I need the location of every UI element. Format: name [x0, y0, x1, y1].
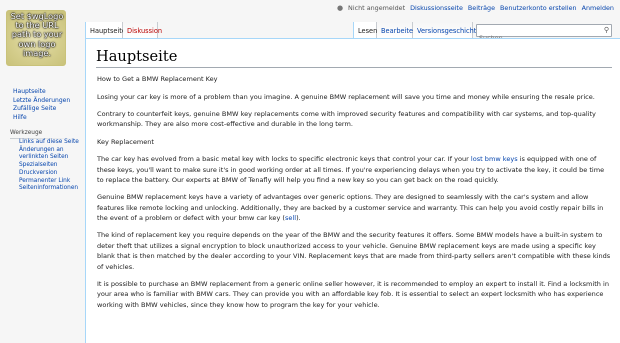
sidebar-item-what-links-here[interactable]: Links auf diese Seite [19, 139, 83, 147]
logo-text: Set $wgLogo to the URL path to your own … [10, 11, 64, 58]
login-link[interactable]: Anmelden [582, 4, 614, 12]
paragraph-intro: Losing your car key is more of a problem… [97, 92, 595, 101]
tab-read[interactable]: Lesen [353, 22, 377, 39]
paragraph-advantages-text-a: Genuine BMW replacement keys have a vari… [97, 193, 604, 223]
article-body: How to Get a BMW Replacement Key Losing … [97, 74, 612, 317]
sell-link[interactable]: sell [285, 214, 296, 222]
tab-history[interactable]: Versionsgeschichte [413, 22, 480, 39]
page-title: Hauptseite [96, 48, 178, 65]
not-logged-in-status: Nicht angemeldet [348, 4, 406, 12]
sidebar-item-random-page[interactable]: Zufällige Seite [13, 105, 70, 114]
paragraph-purchase: It is possible to purchase an BMW replac… [97, 279, 609, 309]
sidebar-item-permanent-link[interactable]: Permanenter Link [19, 178, 83, 186]
personal-tools: ● Nicht angemeldet Diskussionsseite Beit… [337, 4, 614, 12]
paragraph-evolution: The car key has evolved from a basic met… [97, 154, 612, 185]
talk-page-link[interactable]: Diskussionsseite [410, 4, 463, 12]
search-box: ⚲ [476, 24, 612, 44]
sidebar-item-special-pages[interactable]: Spezialseiten [19, 162, 83, 170]
tab-discussion[interactable]: Diskussion [123, 22, 162, 39]
sidebar-tools-heading: Werkzeuge [10, 130, 43, 136]
paragraph-counterfeit: Contrary to counterfeit keys, genuine BM… [97, 109, 596, 129]
paragraph-advantages: Genuine BMW replacement keys have a vari… [97, 192, 612, 223]
sidebar-navigation: Hauptseite Letzte Änderungen Zufällige S… [13, 88, 70, 122]
create-account-link[interactable]: Benutzerkonto erstellen [500, 4, 577, 12]
paragraph-evolution-text-a: The car key has evolved from a basic met… [97, 155, 471, 164]
sidebar-item-printable-version[interactable]: Druckversion [19, 170, 83, 178]
article-subtitle: How to Get a BMW Replacement Key [97, 75, 218, 83]
sidebar-item-help[interactable]: Hilfe [13, 114, 70, 123]
site-logo[interactable]: Set $wgLogo to the URL path to your own … [6, 10, 66, 66]
tab-edit[interactable]: Bearbeiten [377, 22, 417, 39]
tab-main-page[interactable]: Hauptseite [85, 22, 126, 39]
paragraph-kind-of-key: The kind of replacement key you require … [97, 231, 611, 271]
title-divider [96, 67, 612, 68]
paragraph-advantages-text-b: ). [296, 214, 301, 223]
user-icon: ● [336, 4, 344, 12]
content-area: Hauptseite How to Get a BMW Replacement … [85, 38, 620, 343]
sidebar-item-page-information[interactable]: Seiteninformationen [19, 185, 83, 193]
sidebar-tools: Links auf diese Seite Änderungen an verl… [19, 139, 83, 193]
contributions-link[interactable]: Beiträge [468, 4, 495, 12]
section-heading-key-replacement: Key Replacement [97, 137, 154, 146]
search-icon[interactable]: ⚲ [604, 26, 609, 34]
sidebar-item-recent-changes[interactable]: Letzte Änderungen [13, 97, 70, 106]
lost-bmw-keys-link[interactable]: lost bmw keys [471, 155, 518, 163]
sidebar-item-related-changes[interactable]: Änderungen an verlinkten Seiten [19, 147, 83, 162]
sidebar-item-main-page[interactable]: Hauptseite [13, 88, 70, 97]
